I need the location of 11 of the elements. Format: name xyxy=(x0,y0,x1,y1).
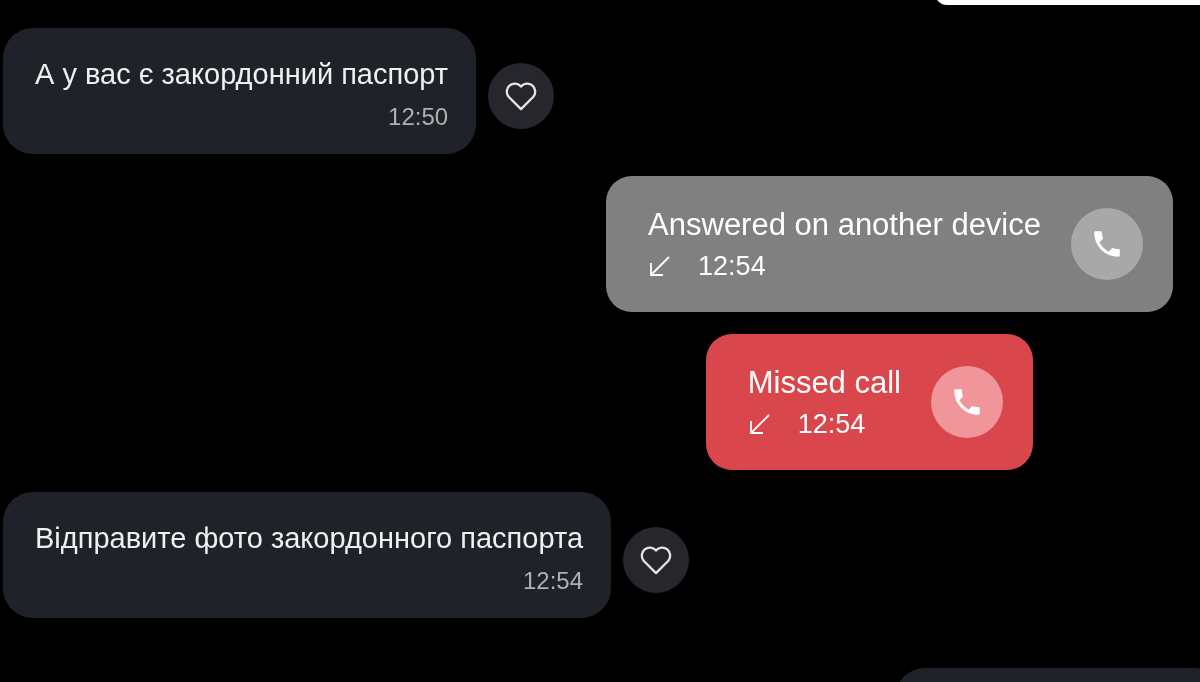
incoming-arrow-icon xyxy=(648,254,673,278)
message-text: А у вас є закордонний паспорт xyxy=(35,57,449,92)
call-time: 12:54 xyxy=(698,250,766,282)
heart-icon xyxy=(638,544,674,576)
message-time: 12:50 xyxy=(388,102,449,132)
call-status: Missed call xyxy=(747,364,901,402)
call-time: 12:54 xyxy=(797,408,866,440)
call-status: Answered on another device xyxy=(648,206,1041,244)
message-text: Відправите фото закордонного паспорта xyxy=(35,521,583,556)
message-time: 12:54 xyxy=(522,566,583,596)
incoming-arrow-icon xyxy=(747,412,772,436)
